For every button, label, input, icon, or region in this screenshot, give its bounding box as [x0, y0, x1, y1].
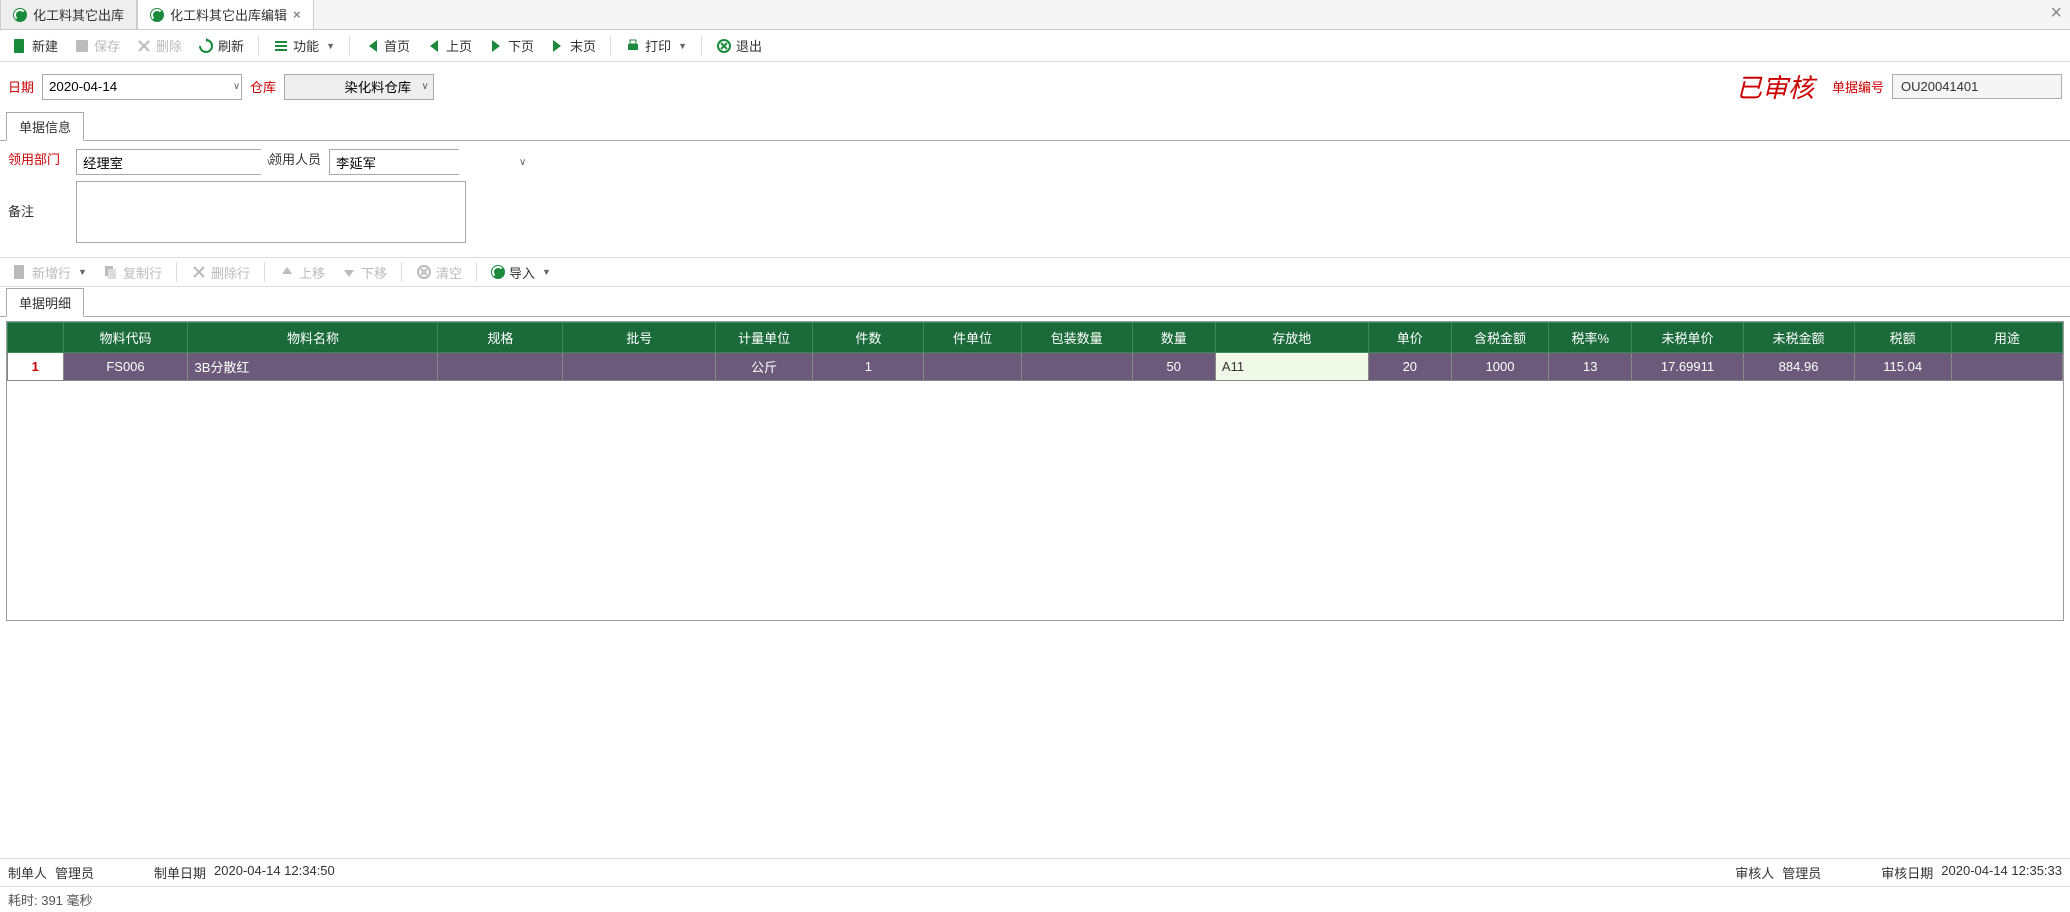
movedown-button: 下移: [335, 260, 393, 285]
delete-button: 删除: [130, 33, 188, 58]
function-button[interactable]: 功能 ▼: [267, 33, 341, 58]
dept-input[interactable]: [77, 150, 266, 174]
person-field[interactable]: ∨: [329, 149, 459, 175]
tab-bar: 化工料其它出库 化工料其它出库编辑 × ×: [0, 0, 2070, 30]
last-page-button[interactable]: 末页: [544, 33, 602, 58]
globe-icon: [150, 8, 164, 22]
tab-label: 化工料其它出库: [33, 5, 124, 24]
tab-list[interactable]: 化工料其它出库: [0, 0, 137, 29]
dept-label: 领用部门: [8, 149, 68, 168]
header-form: 日期 ∨ 仓库 ∨ 已审核 单据编号 OU20041401: [0, 62, 2070, 111]
horizontal-scrollbar[interactable]: [7, 602, 2063, 620]
refresh-button[interactable]: 刷新: [192, 33, 250, 58]
col-header[interactable]: 批号: [563, 323, 716, 353]
chevron-down-icon: ▼: [678, 41, 687, 51]
chevron-down-icon[interactable]: ∨: [519, 157, 526, 168]
globe-icon: [13, 8, 27, 22]
globe-icon: [491, 265, 505, 279]
chevron-down-icon: ▼: [326, 41, 335, 51]
chevron-down-icon: ▼: [78, 267, 87, 277]
save-button: 保存: [68, 33, 126, 58]
remark-label: 备注: [8, 181, 68, 220]
warehouse-label: 仓库: [250, 77, 276, 96]
chevron-down-icon: ▼: [542, 267, 551, 277]
exit-button[interactable]: 退出: [710, 33, 768, 58]
first-page-button[interactable]: 首页: [358, 33, 416, 58]
close-icon[interactable]: ×: [293, 7, 301, 22]
delrow-button: 删除行: [185, 260, 256, 285]
col-header[interactable]: 单价: [1368, 323, 1451, 353]
col-header[interactable]: 用途: [1951, 323, 2062, 353]
col-header[interactable]: 物料名称: [188, 323, 438, 353]
col-header[interactable]: 含税金额: [1451, 323, 1548, 353]
auditor-label: 审核人: [1735, 863, 1774, 882]
section-tab-detail[interactable]: 单据明细: [6, 288, 84, 317]
col-header[interactable]: 件数: [813, 323, 924, 353]
table-row[interactable]: 1 FS0063B分散红 公斤150 A1120100013 17.699118…: [8, 353, 2063, 381]
next-page-button[interactable]: 下页: [482, 33, 540, 58]
addrow-button: 新增行 ▼: [6, 260, 93, 285]
new-button[interactable]: 新建: [6, 33, 64, 58]
moveup-button: 上移: [273, 260, 331, 285]
tab-edit[interactable]: 化工料其它出库编辑 ×: [137, 0, 314, 29]
col-header[interactable]: 规格: [438, 323, 563, 353]
remark-input[interactable]: [76, 181, 466, 243]
window-close-icon[interactable]: ×: [2050, 2, 2062, 25]
date-label: 日期: [8, 77, 34, 96]
auditdate-value: 2020-04-14 12:35:33: [1941, 863, 2062, 882]
status-bar: 耗时: 391 毫秒: [0, 886, 2070, 912]
chevron-down-icon[interactable]: ∨: [232, 81, 241, 92]
col-header[interactable]: 包装数量: [1021, 323, 1132, 353]
docno-field: OU20041401: [1892, 74, 2062, 99]
auditor-value: 管理员: [1782, 863, 1821, 882]
prev-page-button[interactable]: 上页: [420, 33, 478, 58]
maker-label: 制单人: [8, 863, 47, 882]
footer: 制单人管理员 制单日期2020-04-14 12:34:50 审核人管理员 审核…: [0, 858, 2070, 912]
maker-value: 管理员: [55, 863, 94, 882]
auditdate-label: 审核日期: [1881, 863, 1933, 882]
col-header[interactable]: 存放地: [1215, 323, 1368, 353]
print-button[interactable]: 打印 ▼: [619, 33, 693, 58]
grid-toolbar: 新增行 ▼ 复制行 删除行 上移 下移 清空 导入 ▼: [0, 257, 2070, 287]
col-header[interactable]: 未税金额: [1743, 323, 1854, 353]
col-header[interactable]: 数量: [1132, 323, 1215, 353]
info-form: 领用部门 ∨ 领用人员 ∨ 备注: [0, 141, 2070, 257]
date-input[interactable]: [43, 75, 232, 99]
detail-grid: 物料代码物料名称规格批号计量单位件数件单位包装数量数量存放地单价含税金额税率%未…: [6, 321, 2064, 621]
makedate-value: 2020-04-14 12:34:50: [214, 863, 335, 882]
grid-table[interactable]: 物料代码物料名称规格批号计量单位件数件单位包装数量数量存放地单价含税金额税率%未…: [7, 322, 2063, 381]
warehouse-field[interactable]: ∨: [284, 74, 434, 100]
col-header[interactable]: 未税单价: [1632, 323, 1743, 353]
tab-label: 化工料其它出库编辑: [170, 5, 287, 24]
audit-stamp: 已审核: [1736, 68, 1814, 105]
person-input[interactable]: [330, 150, 519, 174]
import-button[interactable]: 导入 ▼: [485, 260, 557, 285]
col-header[interactable]: 件单位: [924, 323, 1021, 353]
section-tab-info[interactable]: 单据信息: [6, 112, 84, 141]
col-header[interactable]: 计量单位: [716, 323, 813, 353]
warehouse-input[interactable]: [285, 75, 417, 99]
col-header[interactable]: 税率%: [1549, 323, 1632, 353]
docno-label: 单据编号: [1832, 77, 1884, 96]
copyrow-button: 复制行: [97, 260, 168, 285]
person-label: 领用人员: [269, 149, 321, 168]
clear-button: 清空: [410, 260, 468, 285]
date-field[interactable]: ∨: [42, 74, 242, 100]
dept-field[interactable]: ∨: [76, 149, 261, 175]
col-header[interactable]: 税额: [1854, 323, 1951, 353]
main-toolbar: 新建 保存 删除 刷新 功能 ▼ 首页 上页 下页 末页 打印 ▼: [0, 30, 2070, 62]
col-header[interactable]: 物料代码: [63, 323, 188, 353]
makedate-label: 制单日期: [154, 863, 206, 882]
chevron-down-icon[interactable]: ∨: [417, 81, 433, 92]
